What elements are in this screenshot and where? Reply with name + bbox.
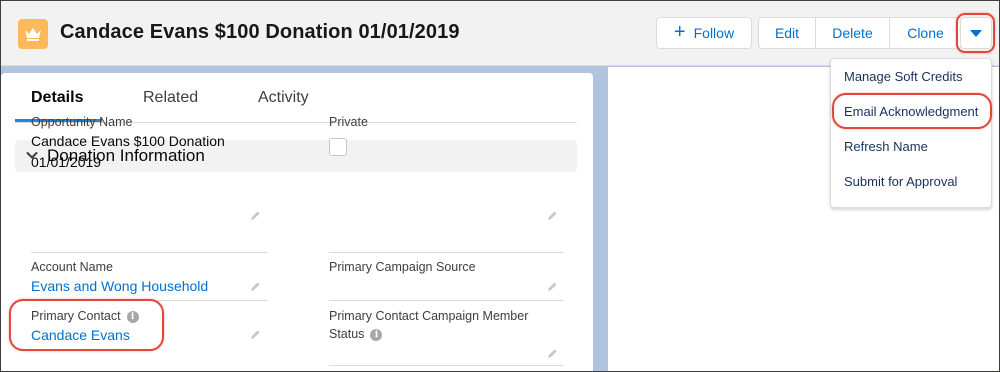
tab-activity[interactable]: Activity xyxy=(258,89,309,107)
field-primary-contact-campaign-member-status: Primary Contact Campaign Member Status i xyxy=(329,307,559,343)
delete-button[interactable]: Delete xyxy=(816,18,890,48)
plus-icon: + xyxy=(673,21,686,43)
field-label: Status xyxy=(329,327,365,341)
field-opportunity-name: Opportunity Name Candace Evans $100 Dona… xyxy=(31,113,246,173)
action-button-group: Edit Delete Clone xyxy=(758,17,962,49)
menu-button-highlight xyxy=(956,13,995,53)
pencil-icon[interactable] xyxy=(249,281,261,293)
pencil-icon[interactable] xyxy=(546,210,558,222)
record-title: Candace Evans $100 Donation 01/01/2019 xyxy=(60,21,460,43)
account-name-link[interactable]: Evans and Wong Household xyxy=(31,276,208,297)
primary-contact-highlight xyxy=(9,299,164,351)
follow-button[interactable]: + Follow xyxy=(656,17,752,49)
field-value: Candace Evans $100 Donation xyxy=(31,133,225,149)
pencil-icon[interactable] xyxy=(249,329,261,341)
field-divider xyxy=(329,365,563,366)
field-label: Primary Campaign Source xyxy=(329,260,476,274)
field-divider xyxy=(31,252,267,253)
field-label: Private xyxy=(329,115,368,129)
field-label: Opportunity Name xyxy=(31,115,133,129)
pencil-icon[interactable] xyxy=(249,210,261,222)
field-divider xyxy=(329,252,563,253)
email-acknowledgment-highlight xyxy=(832,93,992,129)
crown-icon xyxy=(18,19,48,49)
menu-item-submit-for-approval[interactable]: Submit for Approval xyxy=(844,174,957,189)
field-account-name: Account Name Evans and Wong Household xyxy=(31,258,208,297)
follow-label: Follow xyxy=(693,25,735,41)
pencil-icon[interactable] xyxy=(546,348,558,360)
menu-item-manage-soft-credits[interactable]: Manage Soft Credits xyxy=(844,69,963,84)
field-divider xyxy=(329,300,563,301)
field-primary-campaign-source: Primary Campaign Source xyxy=(329,258,476,276)
edit-button[interactable]: Edit xyxy=(759,18,816,48)
field-private: Private xyxy=(329,113,368,131)
menu-item-refresh-name[interactable]: Refresh Name xyxy=(844,139,928,154)
field-label-row: Status i xyxy=(329,325,559,343)
app-frame: Candace Evans $100 Donation 01/01/2019 +… xyxy=(0,0,1000,372)
pencil-icon[interactable] xyxy=(546,281,558,293)
clone-button[interactable]: Clone xyxy=(890,18,961,48)
field-value: 01/01/2019 xyxy=(31,154,102,170)
tab-details[interactable]: Details xyxy=(31,89,83,107)
private-checkbox[interactable] xyxy=(329,138,347,156)
field-label: Primary Contact Campaign Member xyxy=(329,309,529,323)
more-actions-menu: Manage Soft Credits Email Acknowledgment… xyxy=(830,58,992,208)
record-header: Candace Evans $100 Donation 01/01/2019 +… xyxy=(1,1,999,66)
info-icon[interactable]: i xyxy=(370,328,383,341)
field-label: Account Name xyxy=(31,260,113,274)
tab-related[interactable]: Related xyxy=(143,89,198,107)
